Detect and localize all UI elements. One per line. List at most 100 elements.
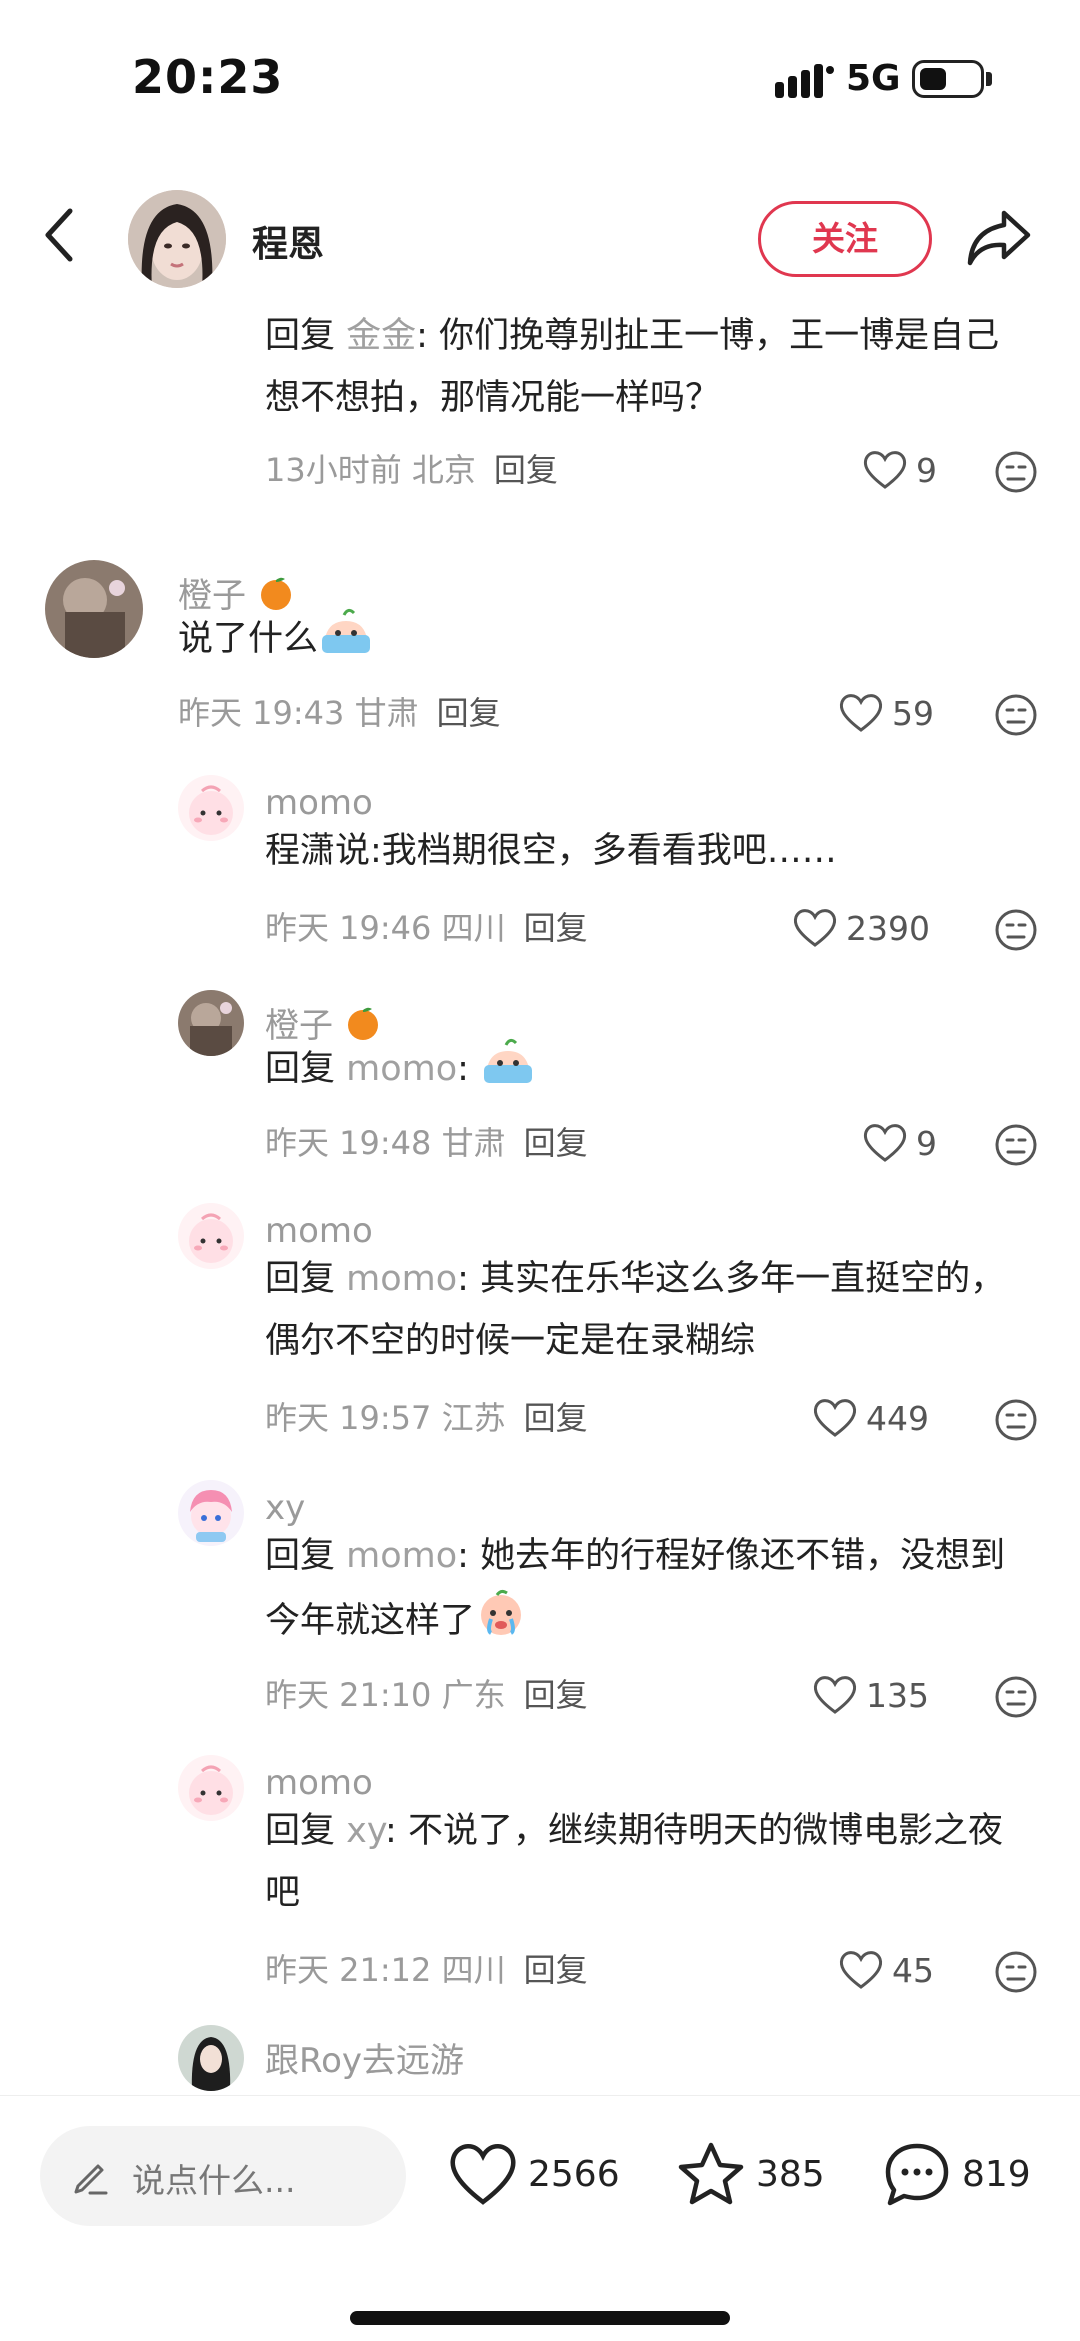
sweat-face-icon (480, 1035, 536, 1105)
commenter-name[interactable]: momo (265, 1211, 373, 1251)
avatar[interactable] (45, 560, 143, 658)
commenter-name[interactable]: momo (265, 1763, 373, 1803)
reply-target[interactable]: momo (346, 1259, 457, 1299)
status-bar: 20:23 5G (0, 0, 1080, 160)
heart-icon (813, 1676, 857, 1714)
avatar[interactable] (178, 1203, 244, 1269)
bottom-action-bar: 说点什么... 2566 385 819 (0, 2095, 1080, 2341)
commenter-name[interactable]: 跟Roy去远游 (265, 2033, 464, 2082)
heart-icon (450, 2144, 516, 2205)
author-avatar[interactable] (128, 190, 226, 288)
reply-button[interactable]: 回复 (494, 451, 558, 489)
dislike-icon[interactable] (994, 1950, 1038, 1994)
dislike-icon[interactable] (994, 1675, 1038, 1719)
like-count: 449 (866, 1398, 929, 1438)
battery-tip (986, 72, 992, 86)
heart-icon (839, 694, 883, 732)
comment-button[interactable]: 819 (882, 2134, 1031, 2214)
comment-text: 说了什么 (178, 605, 938, 675)
heart-icon (793, 909, 837, 947)
pencil-icon (74, 2164, 108, 2195)
comment-item: 橙子 回复 momo: 昨天 19:48 甘肃 回复 9 (0, 990, 1080, 1190)
avatar[interactable] (178, 990, 244, 1056)
reply-target[interactable]: momo (346, 1536, 457, 1576)
dislike-icon[interactable] (994, 1398, 1038, 1442)
like-button[interactable]: 135 (812, 1670, 929, 1720)
comment-text: 回复 momo: 其实在乐华这么多年一直挺空的，偶尔不空的时候一定是在录糊综 (265, 1259, 1006, 1361)
like-button[interactable]: 59 (838, 688, 934, 738)
share-icon[interactable] (966, 205, 1032, 269)
like-button[interactable]: 9 (862, 1118, 937, 1168)
header: 程恩 关注 (0, 175, 1080, 305)
heart-icon (839, 1951, 883, 1989)
like-button[interactable]: 45 (838, 1945, 934, 1995)
network-type: 5G (846, 58, 901, 99)
commenter-name[interactable]: xy (265, 1488, 305, 1528)
comment-count: 819 (962, 2153, 1031, 2195)
author-name[interactable]: 程恩 (252, 215, 324, 267)
post-like-count: 2566 (528, 2153, 620, 2195)
like-count: 59 (892, 693, 934, 733)
heart-icon (813, 1399, 857, 1437)
comment-meta: 昨天 21:12 四川 回复 (265, 1951, 588, 1989)
comment-input-placeholder: 说点什么... (132, 2161, 296, 2200)
like-button[interactable]: 449 (812, 1393, 929, 1443)
avatar[interactable] (178, 1755, 244, 1821)
status-time: 20:23 (132, 50, 284, 104)
like-count: 2390 (846, 908, 930, 948)
crying-face-icon (475, 1587, 527, 1657)
favorite-count: 385 (756, 2153, 825, 2195)
avatar[interactable] (178, 775, 244, 841)
avatar[interactable] (178, 2025, 244, 2091)
comment-meta: 13小时前 北京 回复 (265, 451, 558, 489)
comment-item: 回复 金金: 你们挽尊别扯王一博，王一博是自己想不想拍，那情况能一样吗？ 13小… (0, 305, 1080, 505)
commenter-name[interactable]: momo (265, 783, 373, 823)
like-button[interactable]: 2390 (792, 903, 930, 953)
dislike-icon[interactable] (994, 450, 1038, 494)
like-count: 9 (916, 1123, 937, 1163)
heart-icon (863, 1124, 907, 1162)
comment-list: 回复 金金: 你们挽尊别扯王一博，王一博是自己想不想拍，那情况能一样吗？ 13小… (0, 305, 1080, 2095)
reply-button[interactable]: 回复 (524, 909, 588, 947)
comment-meta: 昨天 19:46 四川 回复 (265, 909, 588, 947)
reply-button[interactable]: 回复 (524, 1124, 588, 1162)
comment-text: 回复 xy: 不说了，继续期待明天的微博电影之夜吧 (265, 1811, 1003, 1913)
signal-icon (775, 64, 834, 98)
reply-button[interactable]: 回复 (524, 1676, 588, 1714)
comment-item: xy 回复 momo: 她去年的行程好像还不错，没想到今年就这样了 昨天 21:… (0, 1480, 1080, 1740)
chat-icon (885, 2143, 949, 2206)
comment-text: 程潇说:我档期很空，多看看我吧…… (265, 831, 837, 871)
comment-text: 回复 momo: 她去年的行程好像还不错，没想到今年就这样了 (265, 1525, 1025, 1657)
comment-input[interactable]: 说点什么... (40, 2126, 406, 2226)
home-indicator[interactable] (350, 2311, 730, 2325)
heart-icon (863, 451, 907, 489)
reply-button[interactable]: 回复 (437, 694, 501, 732)
post-like-button[interactable]: 2566 (448, 2134, 620, 2214)
avatar[interactable] (178, 1480, 244, 1546)
comment-text: 回复 momo: (265, 1035, 1025, 1105)
follow-button[interactable]: 关注 (758, 201, 932, 277)
favorite-button[interactable]: 385 (676, 2134, 825, 2214)
like-count: 45 (892, 1950, 934, 1990)
reply-target[interactable]: xy (346, 1811, 385, 1851)
reply-button[interactable]: 回复 (524, 1399, 588, 1437)
comment-text: 回复 金金: 你们挽尊别扯王一博，王一博是自己想不想拍，那情况能一样吗？ (265, 316, 1000, 418)
comment-meta: 昨天 19:57 江苏 回复 (265, 1399, 588, 1437)
like-button[interactable]: 9 (862, 445, 937, 495)
comment-item: 橙子 说了什么 昨天 19:43 甘肃 回复 59 (0, 560, 1080, 760)
comment-meta: 昨天 21:10 广东 回复 (265, 1676, 588, 1714)
like-count: 9 (916, 450, 937, 490)
reply-target[interactable]: 金金 (346, 316, 416, 356)
like-count: 135 (866, 1675, 929, 1715)
reply-button[interactable]: 回复 (524, 1951, 588, 1989)
reply-target[interactable]: momo (346, 1049, 457, 1089)
dislike-icon[interactable] (994, 908, 1038, 952)
sweat-face-icon (318, 605, 374, 675)
back-icon[interactable] (40, 205, 80, 265)
comment-meta: 昨天 19:48 甘肃 回复 (265, 1124, 588, 1162)
comment-item: 跟Roy去远游 (0, 2025, 1080, 2095)
dislike-icon[interactable] (994, 1123, 1038, 1167)
battery-icon (912, 60, 984, 98)
dislike-icon[interactable] (994, 693, 1038, 737)
comment-item: momo 回复 momo: 其实在乐华这么多年一直挺空的，偶尔不空的时候一定是在… (0, 1203, 1080, 1463)
